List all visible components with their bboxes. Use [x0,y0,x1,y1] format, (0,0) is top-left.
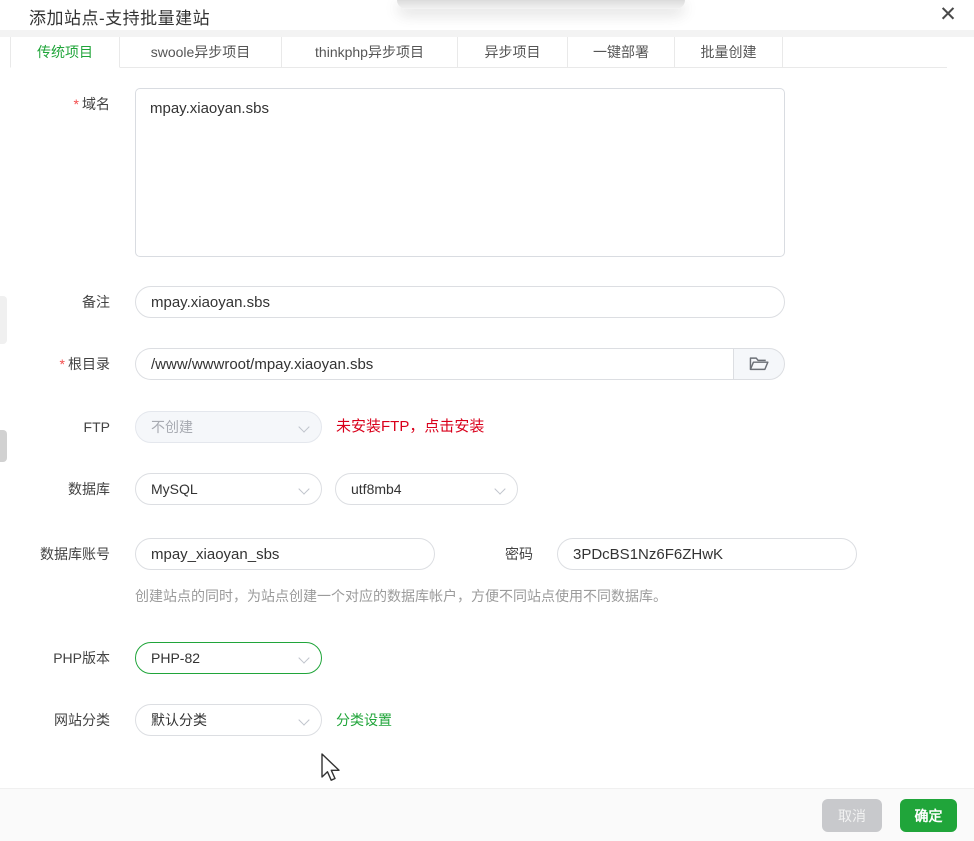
tabbar-top-strip [0,30,974,37]
site-category-value: 默认分类 [151,712,207,728]
database-label: 数据库 [0,473,110,505]
note-label: 备注 [0,286,110,318]
chevron-down-icon [298,714,309,725]
chevron-down-icon [298,421,309,432]
tab-batch-create[interactable]: 批量创建 [675,37,783,68]
site-category-select[interactable]: 默认分类 [135,704,322,736]
ftp-select-value: 不创建 [151,419,193,435]
db-password-label: 密码 [505,538,533,570]
add-site-form: *域名 mpay.xiaoyan.sbs 备注 *根目录 [0,68,974,736]
note-input[interactable] [135,286,785,318]
dialog-title: 添加站点-支持批量建站 [29,4,210,29]
root-dir-input[interactable] [135,348,733,380]
add-site-dialog: 添加站点-支持批量建站 ✕ 传统项目 swoole异步项目 thinkphp异步… [0,0,974,736]
required-mark: * [60,356,65,372]
dialog-footer: 取消 确定 [0,788,974,841]
php-version-value: PHP-82 [151,650,200,666]
php-version-row: PHP版本 PHP-82 [0,642,974,674]
db-account-input[interactable] [135,538,435,570]
chevron-down-icon [298,652,309,663]
root-dir-label: *根目录 [0,348,110,380]
tabbar: 传统项目 swoole异步项目 thinkphp异步项目 异步项目 一键部署 批… [10,37,947,68]
db-tip-text: 创建站点的同时，为站点创建一个对应的数据库帐户，方便不同站点使用不同数据库。 [135,586,974,606]
root-dir-row: *根目录 [0,348,974,380]
required-mark: * [74,96,79,112]
mouse-cursor [318,752,342,784]
open-folder-icon [748,355,770,373]
database-charset-select[interactable]: utf8mb4 [335,473,518,505]
database-charset-value: utf8mb4 [351,481,402,497]
chevron-down-icon [298,483,309,494]
tab-thinkphp-async-project[interactable]: thinkphp异步项目 [282,37,458,68]
ftp-install-warning[interactable]: 未安装FTP，点击安装 [336,411,484,443]
db-password-input[interactable] [557,538,857,570]
dialog-header: 添加站点-支持批量建站 ✕ [0,0,974,30]
db-account-block: 数据库账号 密码 创建站点的同时，为站点创建一个对应的数据库帐户，方便不同站点使… [0,538,974,606]
ftp-label: FTP [0,411,110,443]
chevron-down-icon [494,483,505,494]
db-account-label: 数据库账号 [0,538,110,570]
ftp-row: FTP 不创建 未安装FTP，点击安装 [0,411,974,443]
php-version-label: PHP版本 [0,642,110,674]
site-category-row: 网站分类 默认分类 分类设置 [0,704,974,736]
note-row: 备注 [0,286,974,318]
database-type-value: MySQL [151,481,198,497]
cancel-button[interactable]: 取消 [822,799,882,832]
domain-label: *域名 [0,88,110,118]
tab-one-click-deploy[interactable]: 一键部署 [568,37,675,68]
domain-textarea[interactable]: mpay.xiaoyan.sbs [135,88,785,257]
browse-folder-button[interactable] [733,348,785,380]
tabbar-filler [783,37,947,68]
php-version-select[interactable]: PHP-82 [135,642,322,674]
tab-swoole-async-project[interactable]: swoole异步项目 [120,37,282,68]
site-category-label: 网站分类 [0,704,110,736]
close-icon[interactable]: ✕ [934,1,962,29]
domain-row: *域名 mpay.xiaoyan.sbs [0,88,974,257]
database-type-select[interactable]: MySQL [135,473,322,505]
database-row: 数据库 MySQL utf8mb4 [0,473,974,505]
tab-traditional-project[interactable]: 传统项目 [10,37,120,68]
confirm-button[interactable]: 确定 [900,799,957,832]
ftp-select[interactable]: 不创建 [135,411,322,443]
db-account-row: 数据库账号 密码 [0,538,974,570]
category-settings-link[interactable]: 分类设置 [336,704,392,736]
tab-async-project[interactable]: 异步项目 [458,37,568,68]
